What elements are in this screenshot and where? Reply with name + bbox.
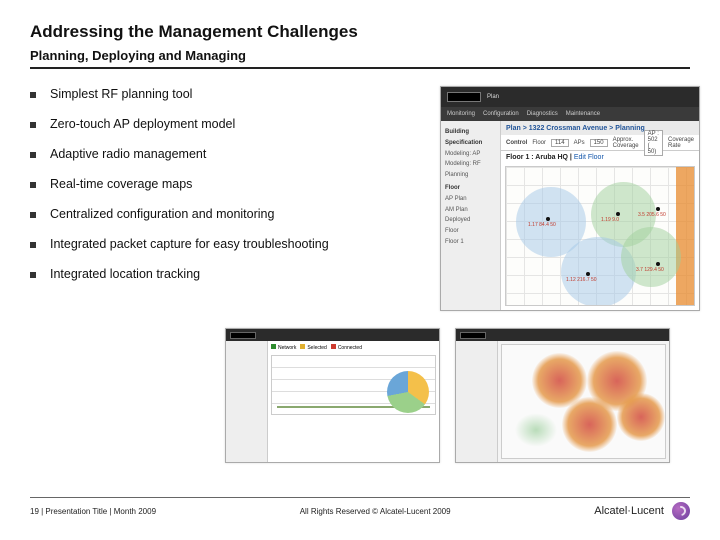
ap-label: 3.5 205.6 50: [638, 212, 666, 218]
status-label: Network: [278, 345, 296, 351]
floor-label: Floor: [532, 140, 546, 146]
slide-title: Addressing the Management Challenges: [30, 22, 690, 42]
ap-marker-icon: [656, 262, 660, 266]
title-divider: [30, 67, 690, 69]
floor-value: 114: [551, 139, 569, 147]
bullet-icon: [30, 182, 36, 188]
bullet-icon: [30, 92, 36, 98]
bullet-text: Adaptive radio management: [50, 147, 206, 161]
floorplan-canvas: 1.17 84.4 50 1.19 9.0 3.5 205.6 50 1.12 …: [505, 166, 695, 306]
coverage-band-icon: [676, 167, 694, 305]
nav-tab: Configuration: [483, 111, 519, 117]
bullet-icon: [30, 272, 36, 278]
bullet-text: Centralized configuration and monitoring: [50, 207, 274, 221]
bullet-icon: [30, 122, 36, 128]
heatmap-blob-icon: [621, 227, 681, 287]
screenshot-sidebar: [226, 341, 268, 462]
footer-divider: [30, 497, 690, 498]
sidebar-item: Floor: [445, 226, 496, 237]
ap-label: 1.12 216.7 50: [566, 277, 597, 283]
nav-tab: Maintenance: [566, 111, 600, 117]
bullet-text: Integrated location tracking: [50, 267, 200, 281]
bullet-icon: [30, 242, 36, 248]
bullet-icon: [30, 212, 36, 218]
screenshot-tab: Plan: [487, 94, 499, 100]
ap-marker-icon: [546, 217, 550, 221]
screenshot-sidebar: [456, 341, 498, 462]
slide-subtitle: Planning, Deploying and Managing: [30, 48, 690, 63]
plan-control-bar: Control Floor 114 APs 150 Approx. Covera…: [501, 135, 699, 151]
sidebar-item: Floor 1: [445, 237, 496, 248]
monitoring-panel: Network Selected Connected: [268, 341, 439, 462]
aps-value: 150: [590, 139, 608, 147]
nav-tab: Diagnostics: [527, 111, 558, 117]
sidebar-item: AP Plan: [445, 194, 496, 205]
alcatel-logo-icon: [447, 92, 481, 102]
alcatel-logo-icon: [460, 332, 486, 339]
footer-left: 19 | Presentation Title | Month 2009: [30, 507, 156, 516]
screenshot-monitoring: Network Selected Connected: [225, 328, 440, 463]
nav-tab: Monitoring: [447, 111, 475, 117]
coverage-area-icon: [506, 406, 566, 454]
ap-marker-icon: [616, 212, 620, 216]
sidebar-item: AM Plan: [445, 205, 496, 216]
ap-label: 3.7 129.4 50: [636, 267, 664, 273]
sidebar-item: Modeling: AP: [445, 149, 496, 160]
screenshot-navbar: Monitoring Configuration Diagnostics Mai…: [441, 107, 699, 121]
coverage-map: [501, 344, 666, 459]
heatmap-hotspot-icon: [617, 393, 665, 441]
screenshot-titlebar: [456, 329, 669, 341]
bullet-text: Real-time coverage maps: [50, 177, 192, 191]
status-dot-icon: [300, 344, 305, 349]
alcatel-logo-icon: [230, 332, 256, 339]
screenshot-titlebar: [226, 329, 439, 341]
sidebar-item: Planning: [445, 170, 496, 181]
alcatel-lucent-logo-icon: [672, 502, 690, 520]
coverage-label: Approx. Coverage: [613, 137, 639, 149]
floorplan-title: Floor 1 : Aruba HQ | Edit Floor: [501, 151, 699, 164]
control-label: Control: [506, 140, 527, 146]
pie-chart-icon: [387, 371, 429, 413]
sidebar-heading: Floor: [445, 183, 496, 194]
sidebar-heading: Building Specification: [445, 127, 496, 149]
floor-name: Floor 1 : Aruba HQ |: [506, 154, 572, 161]
bullet-icon: [30, 152, 36, 158]
screenshot-sidebar: Building Specification Modeling: AP Mode…: [441, 121, 501, 310]
heatmap-hotspot-icon: [562, 397, 617, 452]
screenshot-planning-tool: Plan Monitoring Configuration Diagnostic…: [440, 86, 700, 311]
screenshot-titlebar: Plan: [441, 87, 699, 107]
ap-marker-icon: [656, 207, 660, 211]
bullet-text: Simplest RF planning tool: [50, 87, 192, 101]
sidebar-item: Deployed: [445, 215, 496, 226]
aps-label: APs: [574, 140, 585, 146]
bullet-text: Integrated packet capture for easy troub…: [50, 237, 329, 251]
breadcrumb: Plan > 1322 Crossman Avenue > Planning: [501, 121, 699, 135]
ap-label: 1.17 84.4 50: [528, 222, 556, 228]
sidebar-item: Modeling: RF: [445, 159, 496, 170]
ap-label: 1.19 9.0: [601, 217, 619, 223]
status-dot-icon: [331, 344, 336, 349]
rate-label: Coverage Rate: [668, 137, 694, 149]
ap-marker-icon: [586, 272, 590, 276]
edit-floor-link: Edit Floor: [574, 154, 604, 161]
screenshot-heatmap: [455, 328, 670, 463]
footer-copyright: All Rights Reserved © Alcatel-Lucent 200…: [300, 507, 451, 516]
footer-brand: Alcatel·Lucent: [594, 505, 664, 517]
status-label: Connected: [338, 345, 362, 351]
bullet-text: Zero-touch AP deployment model: [50, 117, 235, 131]
status-dot-icon: [271, 344, 276, 349]
status-label: Selected: [307, 345, 326, 351]
